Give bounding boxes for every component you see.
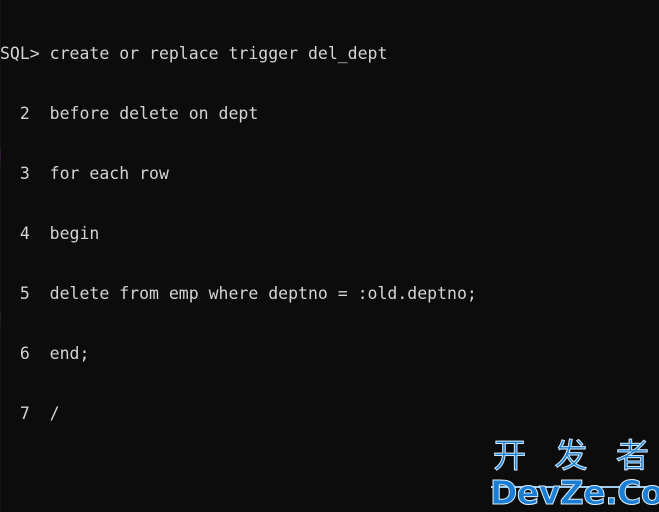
terminal-line: 4 begin <box>0 224 100 243</box>
terminal-window[interactable]: SQL> create or replace trigger del_dept … <box>0 0 659 512</box>
terminal-line: 3 for each row <box>0 164 169 183</box>
terminal-line: 2 before delete on dept <box>0 104 259 123</box>
terminal-screen-buffer[interactable]: SQL> create or replace trigger del_dept … <box>0 4 659 512</box>
terminal-line: 6 end; <box>0 344 90 363</box>
terminal-line: 7 / <box>0 404 60 423</box>
terminal-line: 5 delete from emp where deptno = :old.de… <box>0 284 477 303</box>
terminal-line: SQL> create or replace trigger del_dept <box>0 44 388 63</box>
